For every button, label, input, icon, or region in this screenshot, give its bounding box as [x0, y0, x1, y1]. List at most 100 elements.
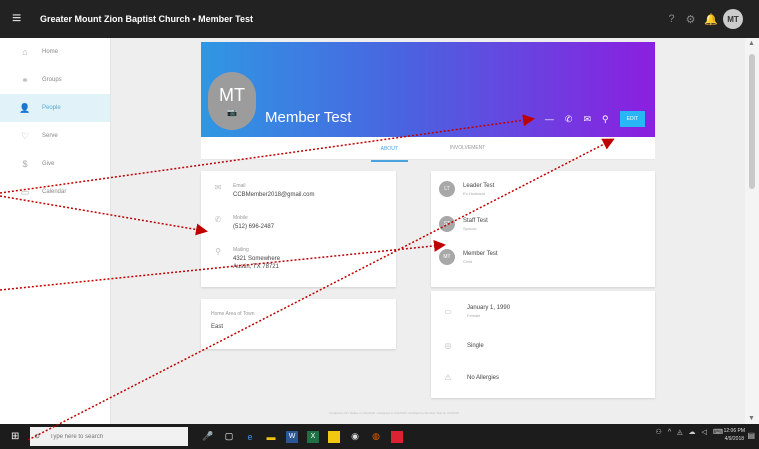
phone-icon[interactable]: ✆ — [565, 114, 573, 125]
sidebar-item-home[interactable]: ⌂ Home — [0, 38, 110, 66]
home-icon: ⌂ — [22, 47, 28, 57]
help-icon[interactable]: ? — [666, 13, 677, 25]
network-icon[interactable]: ◬ — [677, 428, 682, 436]
sidebar-item-label: Calendar — [42, 189, 67, 195]
keyboard-icon[interactable]: ⌨ — [713, 428, 723, 436]
microphone-icon[interactable]: 🎤 — [202, 431, 214, 443]
chevron-up-icon[interactable]: ^ — [668, 429, 671, 436]
person-role: Ex-Husband — [463, 190, 486, 196]
profile-name: Member Test — [265, 109, 352, 126]
taskbar-apps: 🎤 ▢ e ▬ W X ◉ ◍ — [202, 430, 403, 443]
file-explorer-icon[interactable]: ▬ — [265, 431, 277, 443]
people-icon[interactable]: ⚇ — [656, 428, 662, 436]
avatar: MT — [439, 249, 455, 265]
calendar-icon: ▭ — [20, 186, 30, 197]
search-input[interactable] — [50, 433, 180, 440]
sidebar-item-label: Give — [42, 161, 55, 167]
profile-avatar[interactable]: MT 📷 — [208, 72, 256, 130]
give-icon: $ — [22, 159, 28, 169]
media-app-icon[interactable] — [391, 430, 403, 443]
person-name: Staff Test — [463, 217, 488, 224]
rings-icon: ◎ — [444, 341, 452, 350]
app-header: ≡ Greater Mount Zion Baptist Church • Me… — [0, 0, 759, 38]
taskbar: ⊞ ○ 🎤 ▢ e ▬ W X ◉ ◍ ⚇ ^ ◬ ☁ ◁ ⌨ 12:06 PM… — [0, 424, 759, 449]
mobile-value[interactable]: (512) 696-2487 — [233, 223, 274, 231]
task-view-icon[interactable]: ▢ — [223, 431, 235, 443]
volume-icon[interactable]: ◁ — [702, 428, 707, 436]
excel-icon[interactable]: X — [307, 430, 319, 443]
more-icon[interactable]: — — [545, 114, 554, 124]
home-area-label: Home Area of Town — [211, 311, 255, 317]
edge-icon[interactable]: e — [244, 431, 256, 443]
sidebar-item-label: People — [42, 105, 61, 111]
main-content: MT 📷 Member Test — ✆ ✉ ⚲ EDIT ABOUT INVO… — [111, 38, 745, 424]
settings-icon[interactable]: ⚙ — [685, 13, 696, 26]
home-area-value: East — [211, 324, 224, 330]
location-pin-icon[interactable]: ⚲ — [602, 114, 609, 125]
taskbar-search[interactable]: ○ — [30, 427, 188, 446]
allergies-value: No Allergies — [467, 374, 500, 381]
notifications-icon[interactable]: ▤ — [747, 431, 755, 440]
profile-tabs: ABOUT INVOLVEMENT — [201, 137, 655, 162]
family-card: LT Leader Test Ex-Husband ST Staff Test … — [431, 171, 655, 287]
sidebar-item-label: Groups — [42, 77, 62, 83]
camera-icon[interactable]: 📷 — [227, 108, 237, 117]
audit-note: Created by Pro Dallas on 3/1/2018 • Assi… — [329, 411, 459, 415]
warning-icon: ⚠ — [444, 373, 452, 382]
email-value[interactable]: CCBMember2018@gmail.com — [233, 191, 314, 199]
firefox-icon[interactable]: ◍ — [370, 431, 382, 443]
sidebar-item-calendar[interactable]: ▭ Calendar — [0, 178, 110, 206]
family-member[interactable]: ST Staff Test Spouse — [439, 216, 488, 232]
mailing-line1: 4321 Somewhere — [233, 256, 281, 262]
sidebar: ⌂ Home ⚭ Groups 👤 People ♡ Serve $ Give … — [0, 38, 111, 424]
cloud-icon[interactable]: ☁ — [689, 428, 696, 436]
windows-start-icon[interactable]: ⊞ — [11, 431, 25, 442]
scroll-up-icon[interactable]: ▲ — [748, 40, 755, 47]
family-member[interactable]: LT Leader Test Ex-Husband — [439, 181, 494, 197]
tab-involvement[interactable]: INVOLVEMENT — [450, 145, 485, 151]
scrollbar[interactable]: ▲ ▼ — [745, 38, 759, 424]
hamburger-icon[interactable]: ≡ — [12, 10, 28, 28]
scroll-down-icon[interactable]: ▼ — [748, 415, 755, 422]
birthday-row: ▭ January 1, 1990 Female — [441, 305, 510, 318]
phone-icon: ✆ — [214, 215, 222, 224]
scrollbar-thumb[interactable] — [749, 54, 755, 189]
mobile-row: ✆ Mobile (512) 696-2487 — [211, 215, 274, 231]
email-label: Email — [233, 183, 246, 189]
marital-row: ◎ Single — [441, 341, 484, 350]
sidebar-item-label: Serve — [42, 133, 58, 139]
mailing-label: Mailing — [233, 247, 249, 253]
user-avatar[interactable]: MT — [723, 9, 743, 29]
avatar: LT — [439, 181, 455, 197]
system-tray: ⚇ ^ ◬ ☁ ◁ ⌨ — [656, 428, 723, 437]
sidebar-item-give[interactable]: $ Give — [0, 150, 110, 178]
app-title: Greater Mount Zion Baptist Church • Memb… — [40, 14, 254, 24]
sidebar-item-groups[interactable]: ⚭ Groups — [0, 66, 110, 94]
chrome-icon[interactable]: ◉ — [349, 431, 361, 443]
bell-icon[interactable]: 🔔 — [704, 13, 718, 26]
mailing-line2: Austin, TX 78721 — [233, 264, 279, 270]
mailing-row: ⚲ Mailing 4321 Somewhere Austin, TX 7872… — [211, 247, 280, 271]
profile-actions: — ✆ ✉ ⚲ EDIT — [545, 111, 645, 127]
taskbar-clock[interactable]: 12:06 PM 4/9/2018 — [724, 427, 745, 443]
marital-value: Single — [467, 342, 484, 349]
avatar: ST — [439, 216, 455, 232]
profile-initials: MT — [219, 85, 245, 105]
family-member[interactable]: MT Member Test Child — [439, 249, 498, 265]
email-row: ✉ Email CCBMember2018@gmail.com — [211, 183, 315, 199]
profile-banner: MT 📷 Member Test — ✆ ✉ ⚲ EDIT — [201, 42, 655, 137]
contact-card: ✉ Email CCBMember2018@gmail.com ✆ Mobile… — [201, 171, 396, 287]
edit-button[interactable]: EDIT — [619, 111, 645, 127]
personal-info-card: ▭ January 1, 1990 Female ◎ Single ⚠ No A… — [431, 291, 655, 398]
sticky-notes-icon[interactable] — [328, 430, 340, 443]
tab-about[interactable]: ABOUT — [370, 138, 408, 162]
mail-icon[interactable]: ✉ — [583, 114, 591, 125]
mobile-label: Mobile — [233, 215, 248, 221]
person-role: Spouse — [463, 225, 477, 231]
sidebar-item-serve[interactable]: ♡ Serve — [0, 122, 110, 150]
sidebar-item-people[interactable]: 👤 People — [0, 94, 110, 122]
sidebar-item-label: Home — [42, 49, 59, 55]
clock-date: 4/9/2018 — [724, 436, 745, 442]
gender-value: Female — [467, 313, 481, 318]
word-icon[interactable]: W — [286, 430, 298, 443]
